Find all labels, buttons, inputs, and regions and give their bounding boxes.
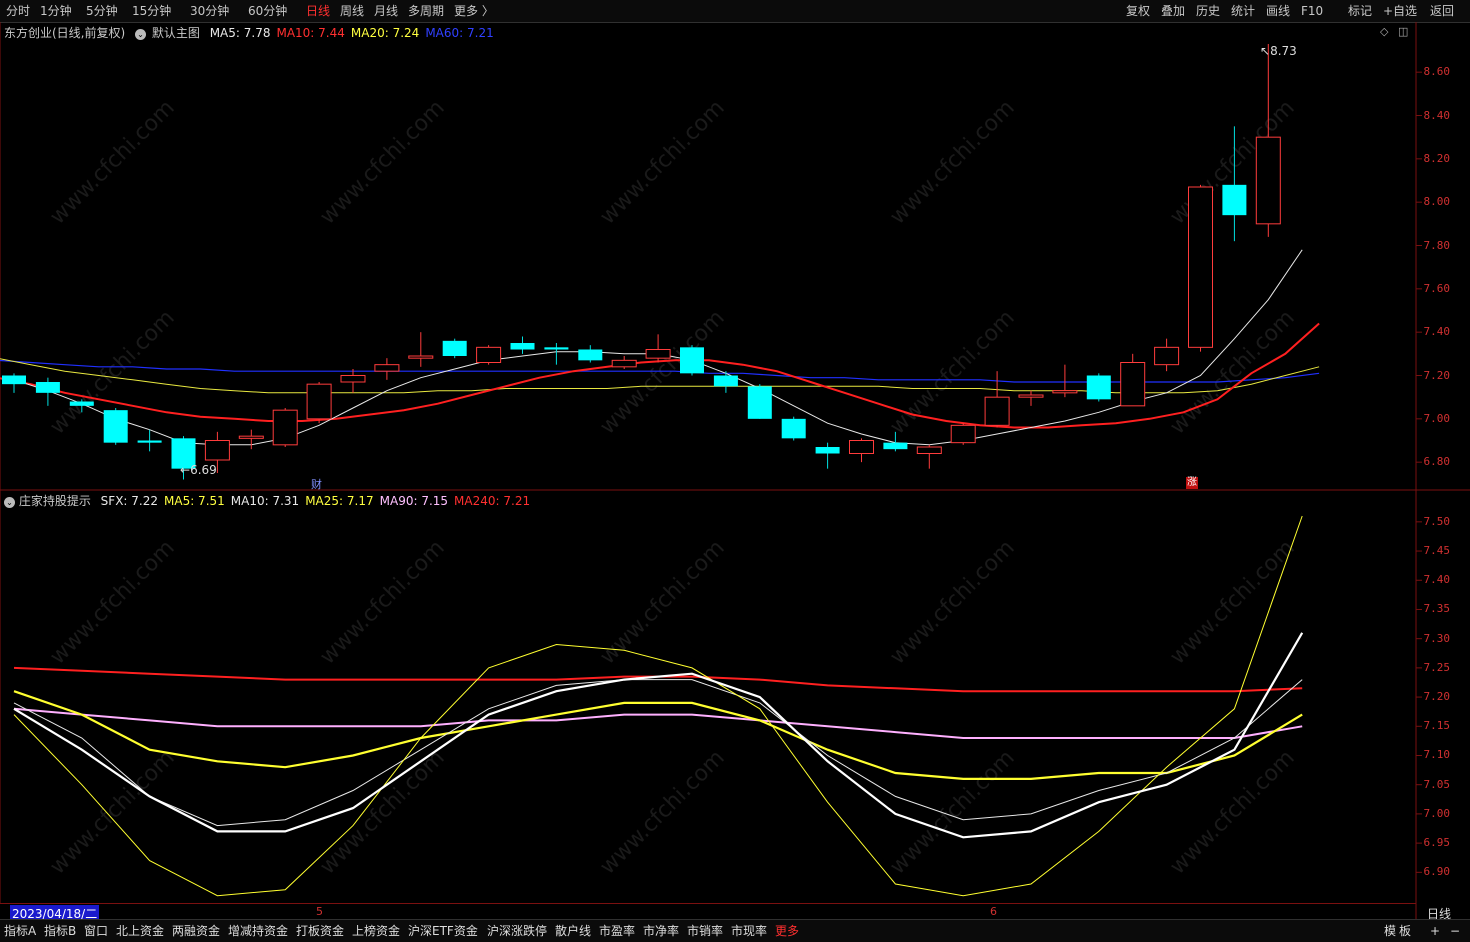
main-y-tick: 8.20: [1423, 151, 1451, 165]
candle-body-up: [1255, 136, 1281, 225]
month-mark-5: 5: [316, 905, 323, 918]
candle-body-up: [984, 396, 1010, 426]
bottom-tab-2[interactable]: 窗口: [84, 920, 108, 942]
candle-body-down: [781, 418, 806, 439]
candle-body-down: [442, 340, 467, 356]
sub-y-tick: 7.10: [1423, 748, 1451, 762]
limit-up-marker[interactable]: 涨: [1186, 477, 1198, 489]
main-y-tick: 6.80: [1423, 455, 1451, 469]
candle-body-down: [883, 442, 908, 450]
sub-ma10-line: [13, 679, 1303, 827]
main-y-tick: 7.00: [1423, 411, 1451, 425]
sub-y-tick: 7.20: [1423, 690, 1451, 704]
candle-body-down: [680, 347, 704, 374]
finance-marker[interactable]: 财: [311, 476, 322, 492]
sub-y-tick: 7.15: [1423, 719, 1451, 733]
candle-body-down: [103, 410, 128, 443]
bottom-tab-14[interactable]: 市现率: [731, 920, 767, 942]
candle-body-up: [374, 364, 400, 372]
sub-y-tick: 6.95: [1423, 836, 1451, 850]
candle-body-up: [238, 435, 264, 439]
month-mark-6: 6: [990, 905, 997, 918]
date-axis: 2023/04/18/二 5 6: [0, 903, 1416, 922]
candle-body-up: [272, 409, 298, 446]
candle-body-down: [137, 440, 162, 443]
candle-body-up: [340, 375, 366, 383]
main-y-tick: 8.40: [1423, 108, 1451, 122]
sub-y-tick: 7.25: [1423, 660, 1451, 674]
bottom-right-button-3[interactable]: −: [1450, 920, 1460, 942]
candle-body-down: [815, 447, 840, 454]
kline-chart[interactable]: [0, 0, 1470, 941]
candle-body-up: [306, 383, 332, 420]
candle-body-up: [1154, 346, 1180, 366]
candle-body-up: [849, 440, 874, 454]
candle-body-down: [747, 386, 772, 419]
candle-body-down: [35, 382, 60, 393]
bottom-tab-11[interactable]: 市盈率: [599, 920, 635, 942]
bottom-tab-0[interactable]: 指标A: [4, 920, 36, 942]
candle-body-up: [1018, 394, 1044, 398]
candle-body-up: [1188, 186, 1213, 348]
bottom-tab-9[interactable]: 沪深涨跌停: [487, 920, 547, 942]
sub-ma25-line: [13, 690, 1303, 781]
candle-body-down: [1086, 375, 1111, 400]
candle-body-up: [645, 349, 671, 359]
sub-y-tick: 7.00: [1423, 806, 1451, 820]
candle-body-up: [1120, 362, 1146, 407]
candle-body-up: [950, 424, 976, 444]
candle-body-down: [578, 349, 603, 361]
indicator-tab-bar: 指标A 指标B 窗口 北上资金 两融资金 增减持资金 打板资金 上榜资金 沪深ETF资金 沪深涨跌…: [0, 919, 1470, 942]
low-price-label: ←6.69: [180, 463, 217, 477]
sub-y-tick: 7.40: [1423, 573, 1451, 587]
candle-body-down: [510, 343, 535, 350]
main-y-tick: 8.60: [1423, 65, 1451, 79]
candle-body-up: [408, 355, 434, 359]
candle-body-down: [69, 401, 94, 406]
sub-y-tick: 7.50: [1423, 514, 1451, 528]
bottom-right-button-1[interactable]: 板: [1399, 920, 1411, 942]
sub-y-tick: 7.30: [1423, 631, 1451, 645]
bottom-tab-1[interactable]: 指标B: [44, 920, 76, 942]
bottom-tab-10[interactable]: 散户线: [555, 920, 591, 942]
candle-body-up: [916, 446, 942, 454]
main-y-tick: 7.20: [1423, 368, 1451, 382]
bottom-tab-5[interactable]: 增减持资金: [228, 920, 288, 942]
bottom-tab-7[interactable]: 上榜资金: [352, 920, 400, 942]
bottom-right-button-0[interactable]: 模: [1384, 920, 1396, 942]
bottom-tab-15[interactable]: 更多: [775, 920, 799, 942]
bottom-tab-12[interactable]: 市净率: [643, 920, 679, 942]
candle-body-up: [1052, 390, 1078, 394]
sub-ma5-line: [13, 515, 1303, 897]
high-price-label: ↖8.73: [1260, 44, 1297, 58]
candle-body-up: [204, 440, 230, 461]
sub-y-tick: 7.45: [1423, 544, 1451, 558]
bottom-tab-13[interactable]: 市销率: [687, 920, 723, 942]
bottom-right-button-2[interactable]: +: [1430, 920, 1440, 942]
candle-body-down: [1222, 184, 1247, 216]
main-y-tick: 8.00: [1423, 195, 1451, 209]
sub-sfx-line: [13, 632, 1304, 839]
candle-body-up: [476, 346, 502, 364]
candle-body-down: [544, 347, 569, 350]
main-y-tick: 7.40: [1423, 325, 1451, 339]
sub-y-tick: 6.90: [1423, 865, 1451, 879]
candle-body-down: [2, 375, 26, 385]
candle-body-up: [611, 359, 637, 368]
bottom-tab-3[interactable]: 北上资金: [116, 920, 164, 942]
bottom-tab-8[interactable]: 沪深ETF资金: [408, 920, 478, 942]
bottom-tab-6[interactable]: 打板资金: [296, 920, 344, 942]
sub-ma90-line: [13, 707, 1303, 739]
candle-body-down: [713, 375, 738, 387]
main-y-tick: 7.60: [1423, 281, 1451, 295]
main-y-tick: 7.80: [1423, 238, 1451, 252]
bottom-tab-4[interactable]: 两融资金: [172, 920, 220, 942]
sub-y-tick: 7.35: [1423, 602, 1451, 616]
sub-y-tick: 7.05: [1423, 777, 1451, 791]
